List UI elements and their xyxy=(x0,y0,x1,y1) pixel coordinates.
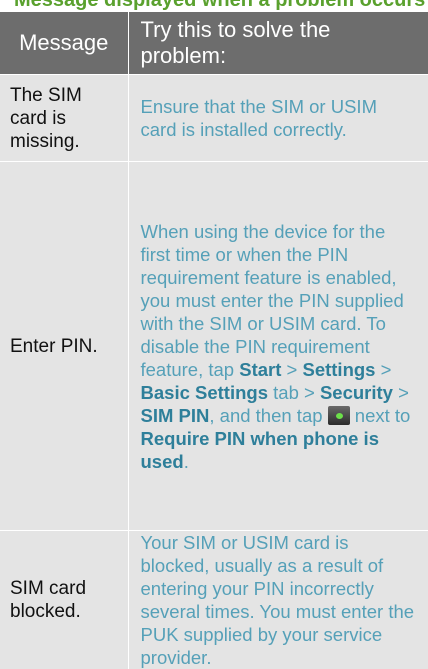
solution-text: . xyxy=(184,451,189,472)
troubleshooting-table: Message Try this to solve the problem: T… xyxy=(0,12,428,669)
menu-separator: > xyxy=(281,359,302,380)
menu-separator: > xyxy=(375,359,391,380)
table-row: Enter PIN. When using the device for the… xyxy=(0,162,428,531)
solution-text: next to xyxy=(350,405,411,426)
solution-column-header: Try this to solve the problem: xyxy=(128,12,428,75)
require-pin-keyword: Require PIN when phone is used xyxy=(141,428,379,472)
basic-settings-keyword: Basic Settings xyxy=(141,382,269,403)
section-heading: Message displayed when a problem occurs xyxy=(0,0,428,12)
message-column-header: Message xyxy=(0,12,128,75)
settings-keyword: Settings xyxy=(302,359,375,380)
table-header-row: Message Try this to solve the problem: xyxy=(0,12,428,75)
message-cell: SIM card blocked. xyxy=(0,531,128,669)
start-keyword: Start xyxy=(239,359,281,380)
solution-text: , and then tap xyxy=(209,405,327,426)
solution-cell: Ensure that the SIM or USIM card is inst… xyxy=(128,75,428,162)
solution-cell: When using the device for the first time… xyxy=(128,162,428,531)
table-row: The SIM card is missing. Ensure that the… xyxy=(0,75,428,162)
checkbox-toggle-icon xyxy=(328,406,350,425)
message-cell: Enter PIN. xyxy=(0,162,128,531)
security-keyword: Security xyxy=(320,382,393,403)
section-heading-text: Message displayed when a problem occurs xyxy=(14,0,425,11)
menu-separator: > xyxy=(393,382,409,403)
table-row: SIM card blocked. Your SIM or USIM card … xyxy=(0,531,428,669)
solution-cell: Your SIM or USIM card is blocked, usuall… xyxy=(128,531,428,669)
sim-pin-keyword: SIM PIN xyxy=(141,405,210,426)
tab-word: tab > xyxy=(268,382,320,403)
message-cell: The SIM card is missing. xyxy=(0,75,128,162)
solution-text: When using the device for the first time… xyxy=(141,221,404,380)
